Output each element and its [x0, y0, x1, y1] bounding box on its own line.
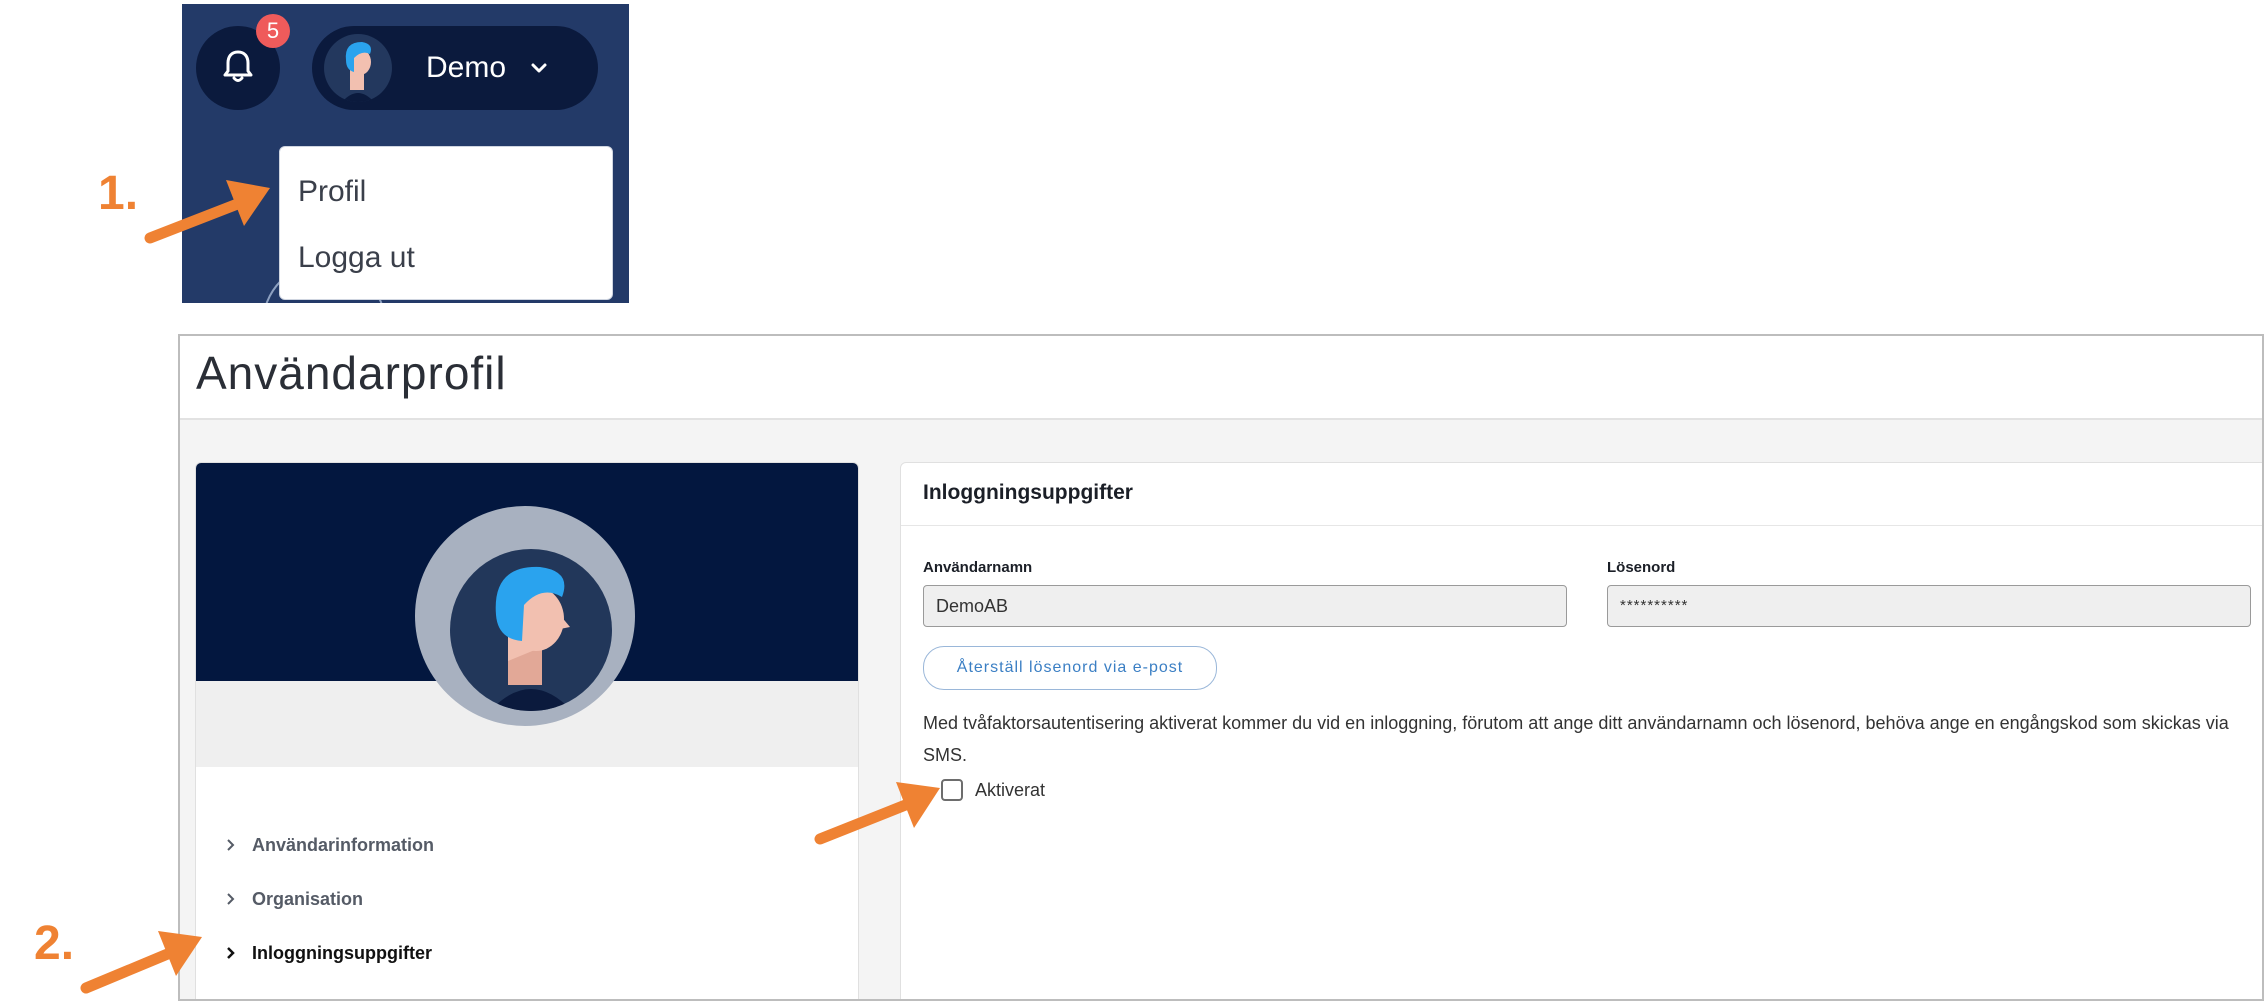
step-3-arrow-icon — [814, 782, 940, 845]
step-2-arrow-icon — [80, 931, 202, 994]
step-1-arrow-icon — [144, 180, 270, 244]
annotation-arrows — [80, 180, 940, 994]
